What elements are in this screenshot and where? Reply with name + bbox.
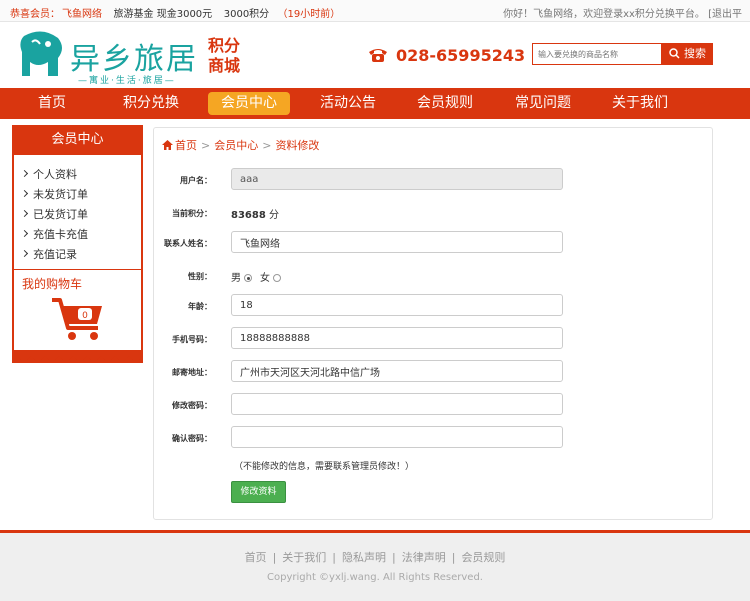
contact-label: 联系人姓名：: [164, 239, 212, 248]
copyright: Copyright ©yxlj.wang. All Rights Reserve…: [267, 572, 483, 583]
footer-link-about[interactable]: 关于我们: [282, 551, 326, 564]
footer-separator: |: [392, 551, 396, 564]
logo-subtitle: —寓业·生活·旅居—: [78, 76, 176, 86]
sidebar: 会员中心 个人资料 未发货订单 已发货订单 充值卡充值 充值记录 我的购物车 0: [12, 125, 143, 363]
home-icon: [162, 140, 173, 150]
footer-link-home[interactable]: 首页: [245, 551, 267, 564]
username-field: [231, 168, 563, 190]
password-field[interactable]: [231, 393, 563, 415]
confirm-password-field[interactable]: [231, 426, 563, 448]
breadcrumb: 首页 > 会员中心 > 资料修改: [162, 137, 319, 153]
gender-label: 性别：: [188, 272, 212, 281]
gender-male-radio[interactable]: [244, 274, 252, 282]
gender-options: 男女: [231, 269, 289, 284]
search-input[interactable]: [532, 43, 662, 65]
logo[interactable]: 异乡旅居 —寓业·生活·旅居—: [18, 28, 196, 86]
cart-box[interactable]: 我的购物车 0: [14, 270, 141, 350]
breadcrumb-separator: >: [262, 139, 272, 152]
mall-line-1: 积分: [208, 36, 241, 55]
points-number: 83688: [231, 210, 266, 221]
logo-mark-icon: [20, 31, 62, 77]
nav-about[interactable]: 关于我们: [600, 92, 680, 115]
profile-edit-panel: 首页>会员中心>资料修改 用户名： 当前积分： 83688 分 联系人姓名： 性…: [153, 127, 713, 520]
mall-line-2: 商城: [208, 56, 241, 75]
footer-separator: |: [451, 551, 456, 564]
gender-female-label: 女: [260, 273, 270, 284]
travel-fund: 旅游基金 现金3000元: [113, 9, 213, 20]
sidebar-item-recharge-history[interactable]: 充值记录: [22, 246, 77, 262]
breadcrumb-member-center[interactable]: 会员中心: [214, 139, 258, 152]
points-mall-title: 积分 商城: [208, 36, 248, 76]
cart-count: 0: [82, 311, 88, 321]
telephone-icon: [369, 49, 387, 62]
gender-female-radio[interactable]: [273, 274, 281, 282]
phone-field[interactable]: [231, 327, 563, 349]
footer-links: 首页 | 关于我们 | 隐私声明 | 法律声明 | 会员规则: [0, 549, 750, 565]
sidebar-item-profile[interactable]: 个人资料: [22, 166, 77, 182]
nav-faq[interactable]: 常见问题: [504, 92, 582, 115]
sidebar-menu: 个人资料 未发货订单 已发货订单 充值卡充值 充值记录: [14, 155, 141, 269]
phone-label: 手机号码：: [172, 335, 212, 344]
age-label: 年龄：: [188, 302, 212, 311]
search-button-label: 搜索: [684, 47, 706, 60]
breadcrumb-current: 资料修改: [275, 139, 320, 152]
nav-member-rules[interactable]: 会员规则: [406, 92, 484, 115]
submit-profile-button[interactable]: 修改资料: [231, 481, 286, 503]
edit-note: （不能修改的信息，需要联系管理员修改！）: [234, 462, 415, 472]
welcome-text: 你好！飞鱼网络，欢迎登录xx积分兑换平台。 [退出平: [503, 9, 742, 20]
sidebar-item-shipped-orders[interactable]: 已发货订单: [22, 206, 88, 222]
header: 异乡旅居 —寓业·生活·旅居— 积分 商城 028-65995243 搜索: [0, 22, 750, 88]
address-label: 邮寄地址：: [172, 368, 212, 377]
age-field[interactable]: [231, 294, 563, 316]
footer-link-rules[interactable]: 会员规则: [461, 551, 505, 564]
nav-home[interactable]: 首页: [22, 92, 82, 115]
points-unit: 分: [265, 210, 279, 221]
cart-title: 我的购物车: [22, 277, 83, 291]
breadcrumb-home[interactable]: 首页: [175, 139, 197, 152]
time-ago: （19小时前）: [277, 9, 341, 20]
greeting-prefix: 恭喜会员：: [10, 9, 60, 20]
hotline: 028-65995243: [368, 46, 525, 65]
shopping-cart-icon: 0: [52, 298, 102, 340]
search-icon: [669, 48, 680, 59]
sidebar-scallop-edge: [12, 350, 143, 361]
footer-separator: |: [332, 551, 336, 564]
sidebar-item-card-recharge[interactable]: 充值卡充值: [22, 226, 88, 242]
contact-name-field[interactable]: [231, 231, 563, 253]
points-text: 3000积分: [223, 9, 270, 20]
member-name: 飞鱼网络: [62, 9, 102, 20]
search-button[interactable]: 搜索: [661, 43, 713, 65]
gender-male-label: 男: [231, 273, 241, 284]
footer-link-legal[interactable]: 法律声明: [402, 551, 446, 564]
nav-points-exchange[interactable]: 积分兑换: [112, 92, 190, 115]
member-announcement: 恭喜会员： 飞鱼网络 旅游基金 现金3000元 3000积分 （19小时前）: [10, 5, 342, 20]
footer-link-privacy[interactable]: 隐私声明: [342, 551, 386, 564]
phone-number: 028-65995243: [396, 46, 526, 65]
breadcrumb-separator: >: [201, 139, 211, 152]
search-bar: 搜索: [532, 43, 713, 65]
username-label: 用户名：: [180, 176, 212, 185]
points-value: 83688 分: [231, 206, 279, 221]
address-field[interactable]: [231, 360, 563, 382]
main-nav: 首页 积分兑换 会员中心 活动公告 会员规则 常见问题 关于我们: [0, 88, 750, 119]
footer: 首页 | 关于我们 | 隐私声明 | 法律声明 | 会员规则 Copyright ©yxlj.w…: [0, 533, 750, 601]
confirm-password-label: 确认密码：: [172, 434, 212, 443]
logo-text: 异乡旅居: [70, 42, 198, 77]
nav-member-center[interactable]: 会员中心: [208, 92, 290, 115]
password-label: 修改密码：: [172, 401, 212, 410]
nav-announcements[interactable]: 活动公告: [308, 92, 388, 115]
sidebar-title: 会员中心: [51, 132, 104, 147]
points-label: 当前积分：: [172, 209, 212, 218]
footer-separator: |: [272, 551, 277, 564]
sidebar-item-unshipped-orders[interactable]: 未发货订单: [22, 186, 88, 202]
top-bar: 恭喜会员： 飞鱼网络 旅游基金 现金3000元 3000积分 （19小时前） 你好…: [0, 0, 750, 22]
